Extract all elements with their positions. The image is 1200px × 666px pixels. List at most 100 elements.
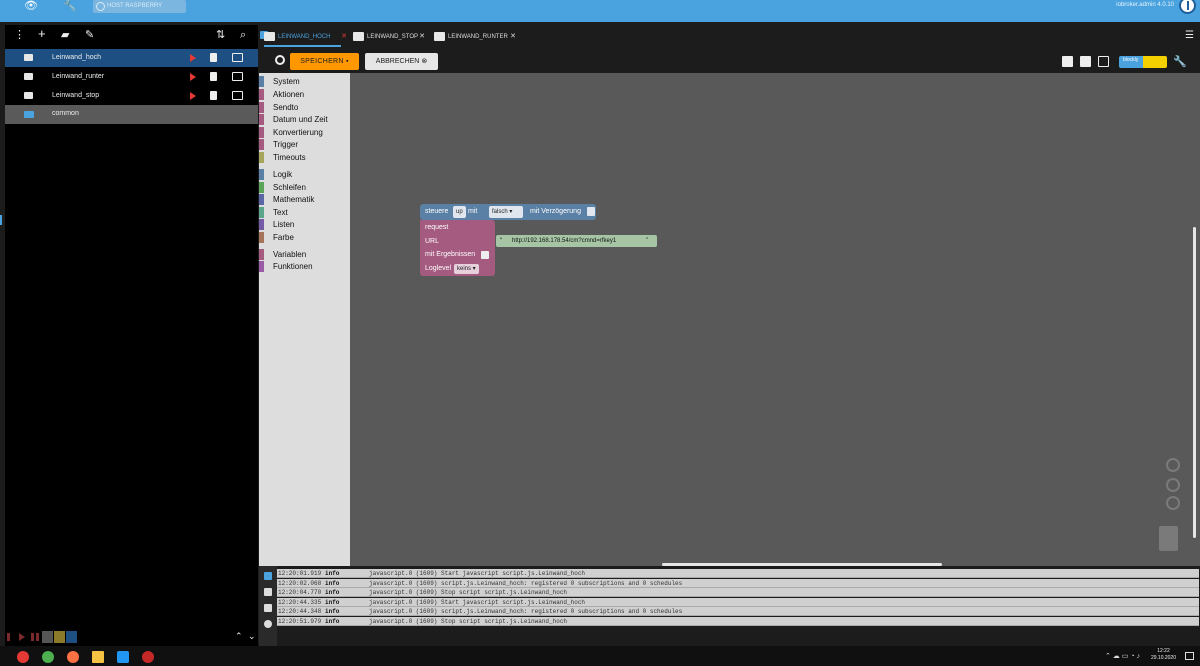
trash-icon[interactable]: [1159, 526, 1178, 551]
notification-icon[interactable]: [1185, 652, 1194, 660]
close-quote-icon: ”: [646, 238, 648, 244]
toolbox-category[interactable]: Logik: [259, 168, 350, 181]
close-icon[interactable]: ✕: [510, 27, 516, 47]
loglevel-text: keins: [457, 266, 472, 272]
url-value[interactable]: http://192.168.178.54/cm?cmnd=rfkey1: [512, 235, 616, 247]
toolbox-category[interactable]: Timeouts: [259, 151, 350, 164]
url-text-block[interactable]: “ http://192.168.178.54/cm?cmnd=rfkey1 ”: [496, 235, 657, 247]
toolbox-category[interactable]: System: [259, 75, 350, 88]
toolbox-category[interactable]: Listen: [259, 218, 350, 231]
blockly-workspace[interactable]: steuere up mit falsch ▾ mit Verzögerung …: [350, 73, 1200, 566]
category-label: Logik: [273, 170, 293, 179]
category-label: Funktionen: [273, 262, 313, 271]
play-icon[interactable]: [190, 54, 196, 62]
pause-icon[interactable]: [7, 633, 10, 641]
zoom-out-icon[interactable]: [1166, 496, 1180, 510]
zoom-reset-icon[interactable]: [1166, 458, 1180, 472]
expand-icon[interactable]: ⌃: [235, 631, 243, 642]
clock-date: 29.10.2020: [1150, 655, 1176, 661]
tree-item-label: Leinwand_hoch: [52, 54, 102, 61]
save-button[interactable]: SPEICHERN ▪: [290, 53, 359, 70]
menu-icon[interactable]: ☰: [1185, 30, 1194, 41]
collapse-icon[interactable]: ⌄: [248, 631, 256, 642]
export-blocks-icon[interactable]: [1062, 56, 1073, 67]
object-dropdown[interactable]: up: [453, 206, 466, 218]
tab-leinwand-hoch[interactable]: LEINWAND_HOCH ✕: [264, 27, 347, 47]
search-icon[interactable]: ⌕: [240, 29, 246, 41]
log-row: 12:20:02.068 info javascript.0 (1609) scri…: [277, 578, 1199, 588]
toolbox-category[interactable]: Mathematik: [259, 193, 350, 206]
folder-label: common: [52, 110, 79, 117]
export-icon[interactable]: [232, 72, 243, 81]
tree-item-leinwand-runter[interactable]: Leinwand_runter: [5, 68, 258, 86]
value-dropdown[interactable]: falsch ▾: [489, 206, 523, 218]
locate-icon[interactable]: [275, 55, 285, 65]
scroll-down-icon[interactable]: [264, 572, 272, 580]
results-checkbox[interactable]: [481, 251, 489, 259]
file-explorer-icon[interactable]: [92, 651, 104, 663]
play-all-icon[interactable]: [19, 633, 25, 641]
host-selector[interactable]: HOST RASPBERRY: [93, 0, 186, 13]
mode-toggle[interactable]: blockly: [1119, 56, 1167, 68]
firefox-icon[interactable]: [67, 651, 79, 663]
toolbox-category[interactable]: Funktionen: [259, 260, 350, 273]
toolbox-category[interactable]: Aktionen: [259, 88, 350, 101]
toolbox-category[interactable]: Farbe: [259, 231, 350, 244]
system-tray[interactable]: ⌃ ☁ ▭ ◔ ♪: [1105, 652, 1140, 660]
tab-leinwand-runter[interactable]: LEINWAND_RUNTER ✕: [434, 27, 516, 47]
edit-icon[interactable]: ✎: [85, 29, 94, 41]
log-row: 12:20:44.335 info javascript.0 (1609) Star…: [277, 597, 1199, 607]
mail-icon[interactable]: [117, 651, 129, 663]
settings-wrench-icon[interactable]: 🔧: [1173, 55, 1187, 68]
tree-folder-common[interactable]: common: [5, 105, 258, 124]
loglevel-dropdown[interactable]: keins ▾: [454, 264, 479, 274]
category-color-swatch: [259, 182, 264, 193]
more-vert-icon[interactable]: ⋮: [14, 29, 25, 41]
zoom-in-icon[interactable]: [1166, 478, 1180, 492]
tree-item-leinwand-stop[interactable]: Leinwand_stop: [5, 87, 258, 105]
app-icon-red[interactable]: [17, 651, 29, 663]
js-filter-icon[interactable]: [54, 631, 65, 643]
clear-log-icon[interactable]: [264, 588, 272, 596]
category-label: Datum und Zeit: [273, 115, 328, 124]
delete-icon[interactable]: [210, 91, 217, 100]
import-blocks-icon[interactable]: [1080, 56, 1091, 67]
wrench-icon[interactable]: 🔧: [63, 0, 77, 13]
editor-toolbar: SPEICHERN ▪ ABBRECHEN ⊗ blockly 🔧: [258, 47, 1200, 73]
log-time: 12:20:04.770: [278, 589, 322, 596]
toolbox-category[interactable]: Datum und Zeit: [259, 113, 350, 126]
copy-log-icon[interactable]: [264, 604, 272, 612]
close-icon[interactable]: ✕: [341, 27, 347, 47]
tree-item-leinwand-hoch[interactable]: Leinwand_hoch: [5, 49, 258, 67]
tab-label: LEINWAND_STOP: [367, 34, 419, 40]
play-icon[interactable]: [190, 73, 196, 81]
export-icon[interactable]: [232, 91, 243, 100]
chrome-icon[interactable]: [42, 651, 54, 663]
toolbox-category[interactable]: Trigger: [259, 138, 350, 151]
play-icon[interactable]: [190, 92, 196, 100]
power-icon: [96, 2, 105, 11]
category-color-swatch: [259, 232, 264, 243]
delete-icon[interactable]: [210, 72, 217, 81]
request-block[interactable]: request URL mit Ergebnissen Loglevel kei…: [420, 220, 495, 276]
ts-filter-icon[interactable]: [66, 631, 77, 643]
clock[interactable]: 12:22 29.10.2020: [1151, 648, 1176, 662]
check-icon[interactable]: [1098, 56, 1109, 67]
vertical-scrollbar[interactable]: [1193, 227, 1196, 538]
eye-icon[interactable]: 👁: [24, 0, 38, 13]
app-icon-dark-red[interactable]: [142, 651, 154, 663]
export-icon[interactable]: [232, 53, 243, 62]
pause-all-icon[interactable]: [31, 633, 39, 641]
blockly-filter-icon[interactable]: [42, 631, 53, 643]
delete-icon[interactable]: [210, 53, 217, 62]
control-block[interactable]: steuere up mit falsch ▾ mit Verzögerung: [420, 204, 596, 220]
tab-leinwand-stop[interactable]: LEINWAND_STOP ✕: [353, 27, 425, 47]
cancel-button[interactable]: ABBRECHEN ⊗: [365, 53, 438, 70]
category-color-swatch: [259, 152, 264, 163]
close-icon[interactable]: ✕: [419, 27, 425, 47]
log-settings-icon[interactable]: [264, 620, 272, 628]
delay-checkbox[interactable]: [587, 207, 595, 216]
sort-icon[interactable]: ⇅: [216, 29, 225, 41]
add-icon[interactable]: +: [38, 27, 46, 40]
add-folder-icon[interactable]: ▰: [61, 29, 69, 41]
